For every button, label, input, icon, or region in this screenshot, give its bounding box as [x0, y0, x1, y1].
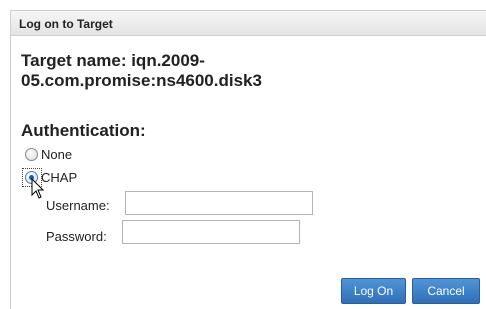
dialog-border [10, 10, 11, 309]
dialog-title: Log on to Target [19, 17, 113, 31]
logon-dialog: Log on to Target Target name: iqn.2009- … [0, 0, 486, 309]
password-label: Password: [46, 229, 107, 244]
radio-label-chap: CHAP [41, 169, 78, 185]
log-on-button[interactable]: Log On [341, 278, 406, 304]
username-label: Username: [46, 198, 110, 213]
password-input[interactable] [122, 220, 300, 244]
radio-label-none: None [41, 146, 73, 162]
authentication-heading: Authentication: [21, 121, 146, 140]
cancel-button[interactable]: Cancel [412, 278, 480, 304]
radio-button-none[interactable] [25, 147, 38, 161]
username-input[interactable] [125, 191, 313, 215]
radio-none[interactable]: None [25, 145, 72, 163]
dialog-titlebar: Log on to Target [11, 11, 486, 36]
target-name-text: Target name: iqn.2009- 05.com.promise:ns… [21, 51, 321, 91]
target-name-line-1: Target name: iqn.2009- [21, 51, 205, 70]
mouse-cursor-icon [31, 178, 45, 199]
target-name-line-2: 05.com.promise:ns4600.disk3 [21, 71, 262, 90]
